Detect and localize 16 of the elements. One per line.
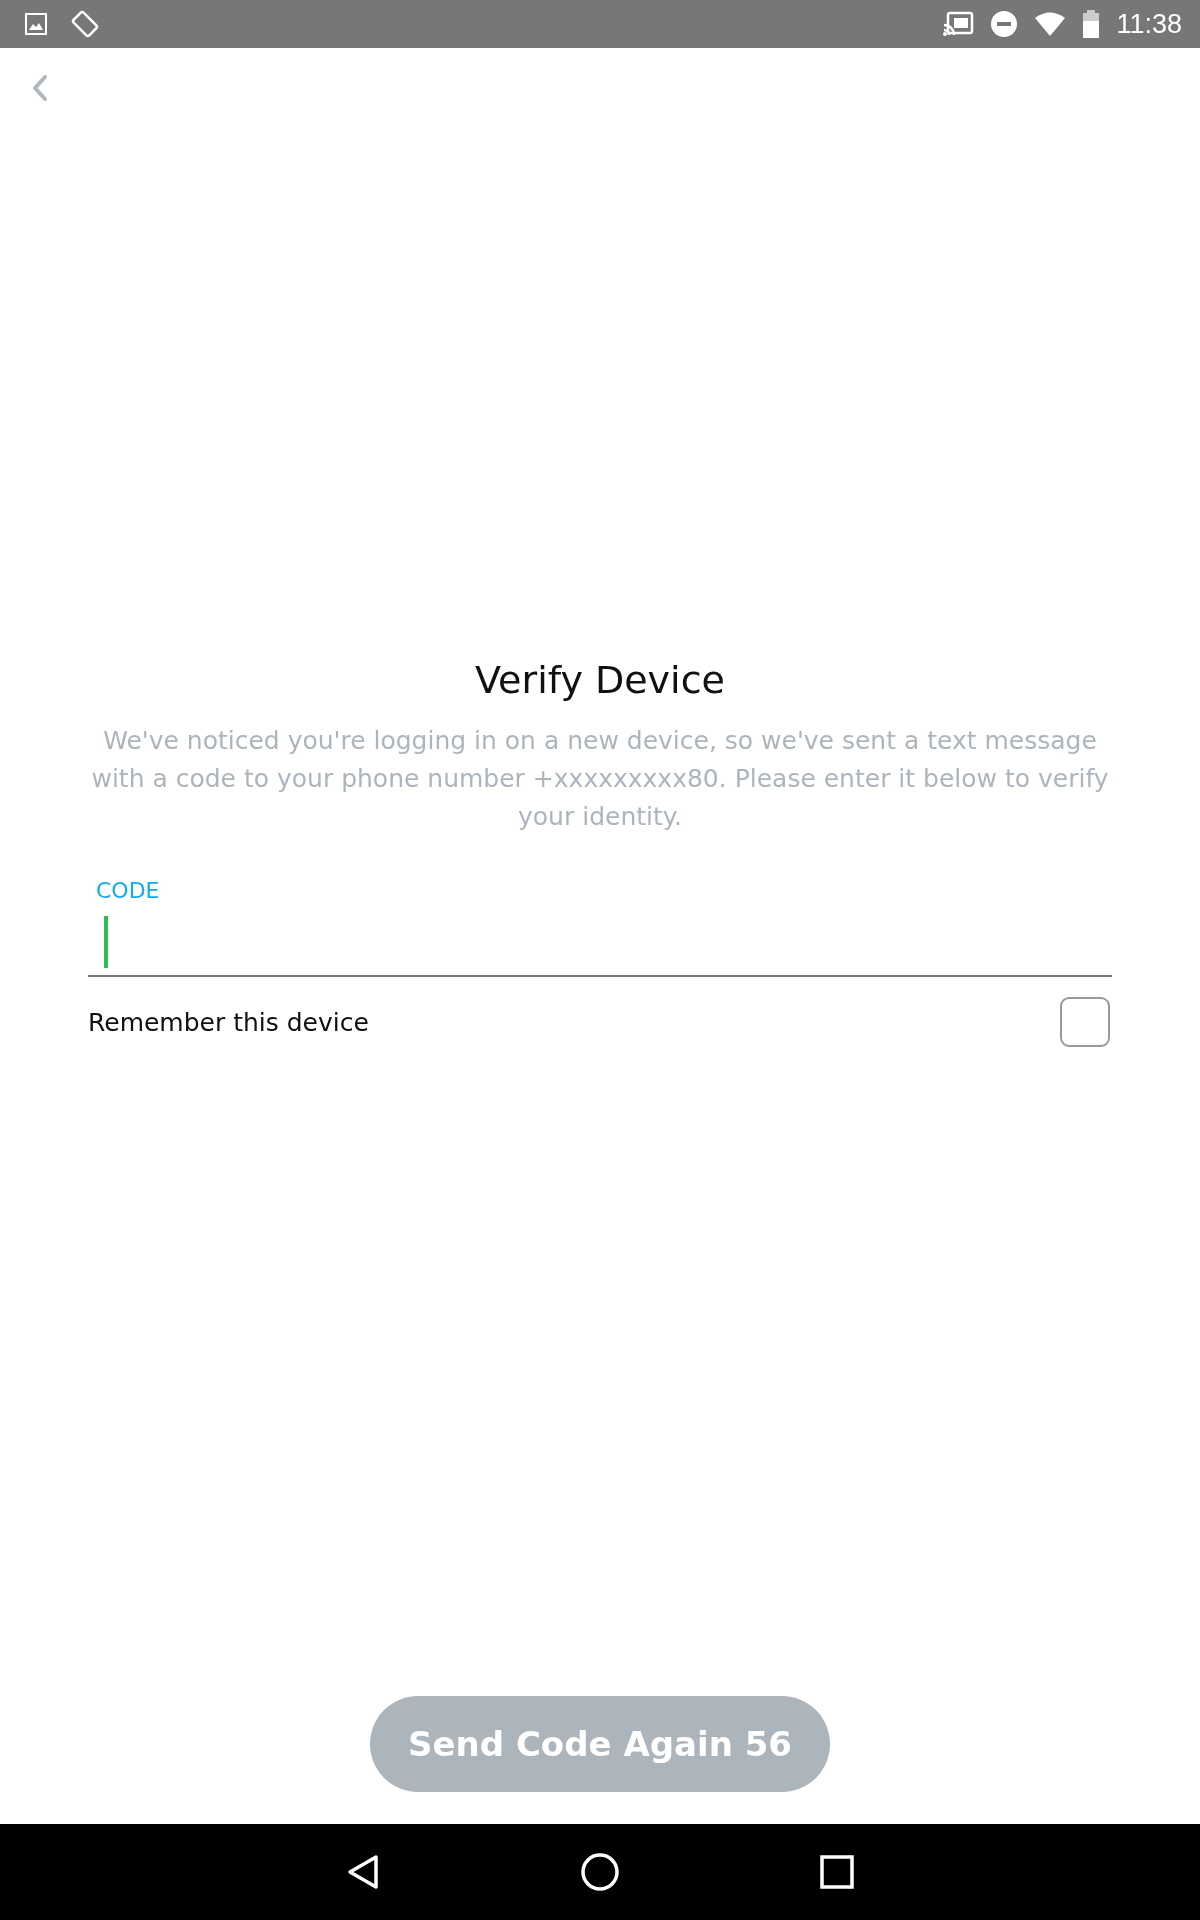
home-icon[interactable] — [580, 1852, 620, 1892]
cast-icon — [942, 11, 975, 37]
checkbox-label: Remember this device — [88, 1007, 369, 1037]
code-field[interactable]: CODE — [88, 878, 1112, 977]
recent-apps-icon[interactable] — [820, 1855, 854, 1889]
battery-icon — [1082, 10, 1101, 38]
page-title: Verify Device — [474, 658, 726, 702]
wifi-icon — [1034, 11, 1067, 37]
screen-rotation-icon — [70, 9, 100, 39]
do-not-disturb-icon — [990, 10, 1019, 38]
clock-text: 11:38 — [1116, 8, 1182, 40]
instruction-text: We've noticed you're logging in on a new device, so we've sent a text message with a code to your phone number +xxxxxxxxx80. Please enter it below to verify your identity. — [90, 725, 1110, 833]
back-icon[interactable] — [346, 1854, 380, 1890]
checkbox[interactable] — [1060, 997, 1110, 1047]
image-icon — [24, 12, 48, 36]
field-label: CODE — [95, 878, 161, 903]
